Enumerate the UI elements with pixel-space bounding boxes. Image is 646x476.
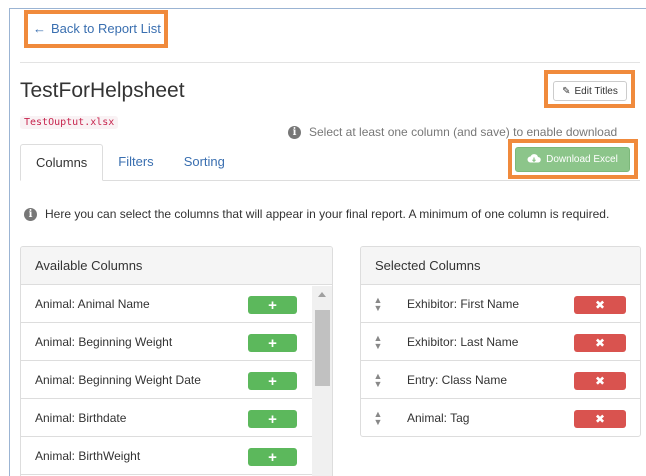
list-item[interactable]: ▲ ▼ Entry: Class Name ✖ — [361, 361, 640, 399]
columns-info: i Here you can select the columns that w… — [24, 207, 609, 221]
plus-icon: + — [268, 372, 277, 390]
page-title: TestForHelpsheet — [20, 79, 185, 102]
edit-titles-button[interactable]: ✎ Edit Titles — [553, 81, 627, 101]
edit-titles-label: Edit Titles — [574, 85, 618, 97]
list-item: Animal: Animal Name + — [21, 285, 332, 323]
drag-handle-icon[interactable]: ▲ ▼ — [373, 333, 383, 350]
list-item: Animal: Beginning Weight + — [21, 323, 332, 361]
file-name: TestOuptut.xlsx — [20, 116, 119, 129]
remove-column-button[interactable]: ✖ — [574, 410, 626, 428]
cloud-download-icon — [527, 153, 541, 166]
column-label: Entry: Class Name — [407, 372, 508, 387]
download-excel-label: Download Excel — [546, 154, 618, 165]
close-icon: ✖ — [594, 298, 606, 312]
report-tabs: Columns Filters Sorting — [20, 144, 240, 181]
close-icon: ✖ — [594, 374, 606, 388]
columns-info-text: Here you can select the columns that wil… — [45, 207, 610, 221]
pencil-icon: ✎ — [562, 85, 571, 97]
back-to-report-list-link[interactable]: ← Back to Report List — [33, 21, 161, 36]
divider — [20, 62, 640, 63]
list-item[interactable]: ▲ ▼ Animal: Tag ✖ — [361, 399, 640, 436]
list-item[interactable]: ▲ ▼ Exhibitor: First Name ✖ — [361, 285, 640, 323]
close-icon: ✖ — [594, 412, 606, 426]
selected-columns-panel: Selected Columns ▲ ▼ Exhibitor: First Nam… — [360, 246, 641, 437]
add-column-button[interactable]: + — [248, 448, 297, 466]
plus-icon: + — [268, 410, 277, 428]
list-item: Animal: BirthWeight + — [21, 437, 332, 475]
plus-icon: + — [268, 334, 277, 352]
back-link-label: Back to Report List — [51, 21, 161, 36]
scroll-thumb[interactable] — [315, 310, 330, 386]
plus-icon: + — [268, 448, 277, 466]
plus-icon: + — [268, 296, 277, 314]
remove-column-button[interactable]: ✖ — [574, 334, 626, 352]
tab-sorting[interactable]: Sorting — [169, 144, 240, 180]
remove-column-button[interactable]: ✖ — [574, 372, 626, 390]
add-column-button[interactable]: + — [248, 296, 297, 314]
available-columns-panel: Available Columns Animal: Animal Name + … — [20, 246, 333, 476]
add-column-button[interactable]: + — [248, 372, 297, 390]
list-item[interactable]: ▲ ▼ Exhibitor: Last Name ✖ — [361, 323, 640, 361]
info-icon: i — [24, 207, 37, 221]
tab-columns[interactable]: Columns — [20, 144, 104, 181]
column-label: Animal: Tag — [407, 411, 470, 425]
arrow-left-icon: ← — [33, 21, 46, 36]
download-excel-button[interactable]: Download Excel — [515, 147, 630, 172]
download-hint-text: Select at least one column (and save) to… — [309, 125, 618, 139]
info-icon: i — [288, 125, 301, 139]
add-column-button[interactable]: + — [248, 334, 297, 352]
list-item: Animal: Beginning Weight Date + — [21, 361, 332, 399]
drag-handle-icon[interactable]: ▲ ▼ — [373, 371, 383, 388]
available-columns-scrollbar[interactable] — [312, 286, 332, 476]
selected-columns-heading: Selected Columns — [361, 247, 640, 285]
tab-filters[interactable]: Filters — [103, 144, 168, 180]
drag-handle-icon[interactable]: ▲ ▼ — [373, 410, 383, 427]
list-item: Animal: Birthdate + — [21, 399, 332, 437]
close-icon: ✖ — [594, 336, 606, 350]
remove-column-button[interactable]: ✖ — [574, 296, 626, 314]
download-hint: i Select at least one column (and save) … — [288, 125, 617, 139]
drag-handle-icon[interactable]: ▲ ▼ — [373, 295, 383, 312]
available-columns-heading: Available Columns — [21, 247, 332, 285]
column-label: Exhibitor: First Name — [407, 296, 520, 311]
scroll-up-arrow-icon[interactable] — [318, 292, 326, 297]
add-column-button[interactable]: + — [248, 410, 297, 428]
column-label: Exhibitor: Last Name — [407, 334, 519, 349]
